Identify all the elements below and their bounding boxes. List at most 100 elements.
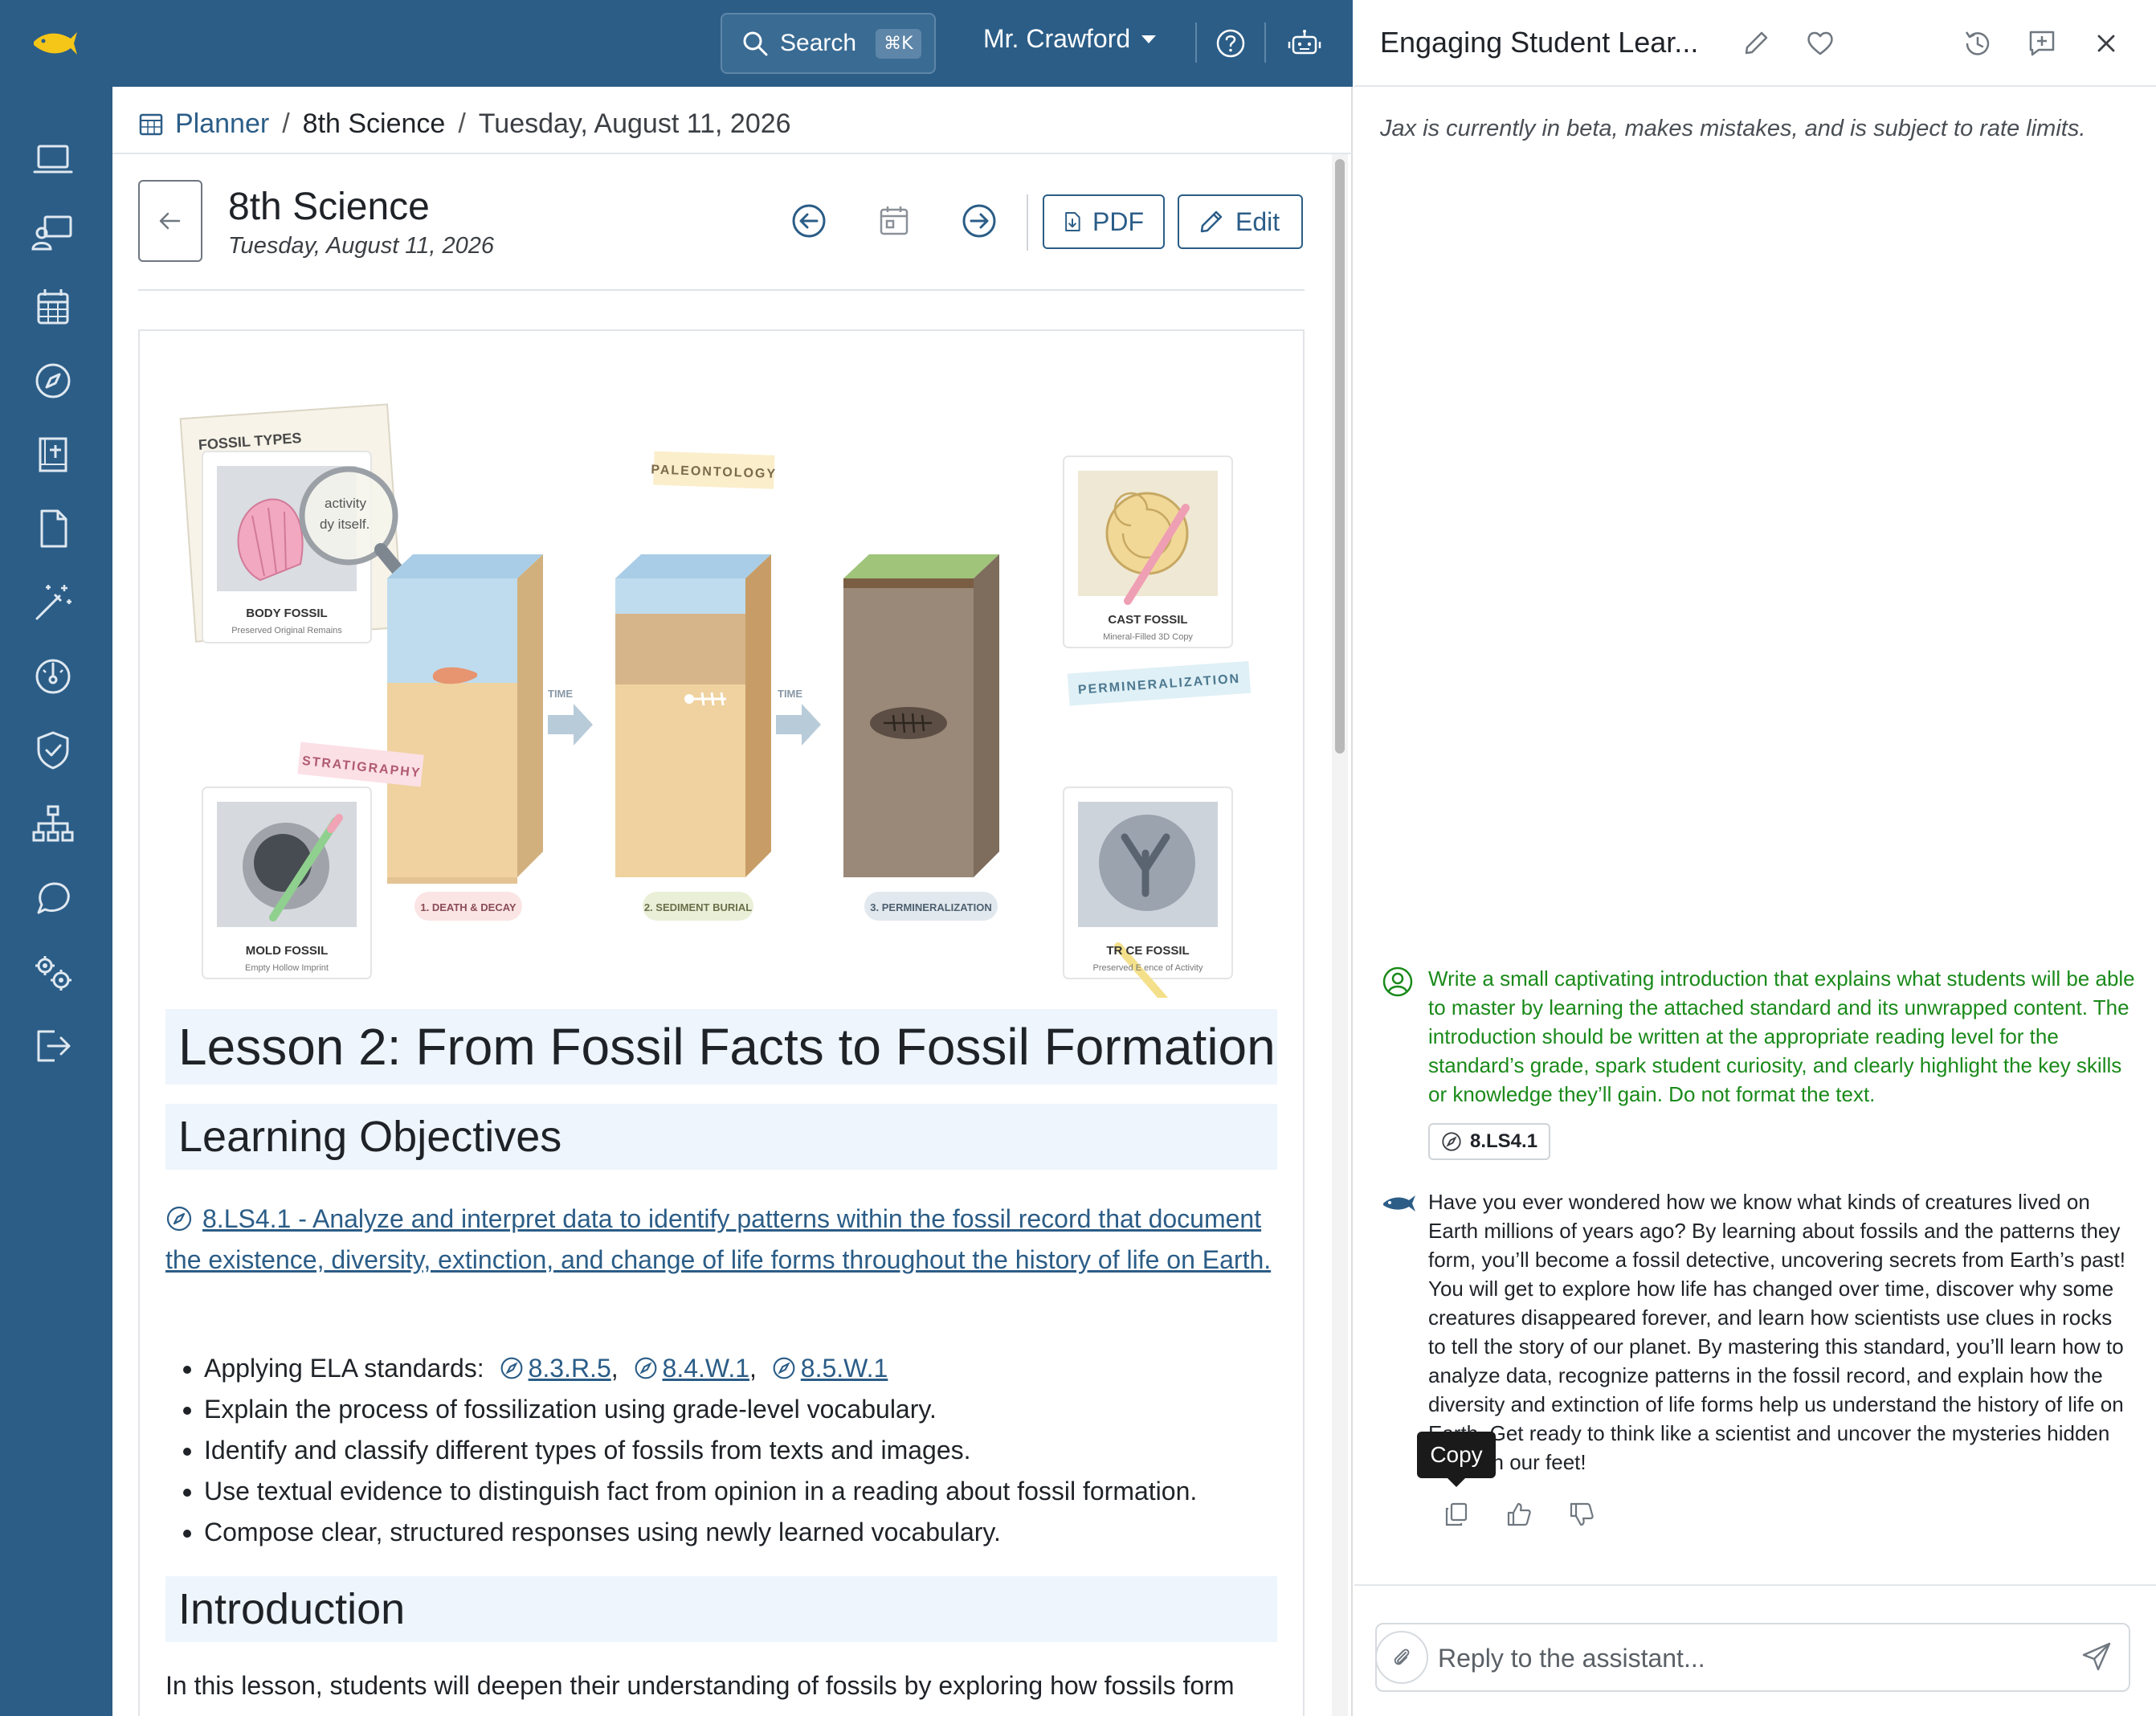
cast-fossil-card: CAST FOSSIL Mineral-Filled 3D Copy bbox=[1063, 456, 1233, 648]
rename-pencil-icon[interactable] bbox=[1740, 27, 1772, 59]
robot-icon[interactable] bbox=[1287, 27, 1322, 59]
logout-icon[interactable] bbox=[31, 1023, 76, 1068]
breadcrumb-date: Tuesday, August 11, 2026 bbox=[478, 108, 791, 139]
chat-icon[interactable] bbox=[31, 876, 76, 921]
lesson-title: Lesson 2: From Fossil Facts to Fossil Fo… bbox=[165, 1009, 1277, 1085]
mold-fossil-card: MOLD FOSSIL Empty Hollow Imprint bbox=[202, 786, 372, 979]
calendar-icon bbox=[139, 113, 163, 136]
attach-button[interactable] bbox=[1375, 1631, 1428, 1684]
learning-objectives-heading: Learning Objectives bbox=[165, 1104, 1277, 1170]
attached-standard-chip[interactable]: 8.LS4.1 bbox=[1428, 1123, 1551, 1160]
fossil-formation-illustration: FOSSIL TYPES activity dy itself. BODY FO… bbox=[179, 403, 1252, 998]
assistant-avatar-icon bbox=[1383, 1195, 1415, 1211]
shield-check-icon[interactable] bbox=[31, 728, 76, 773]
assistant-response: Have you ever wondered how we know what … bbox=[1428, 1190, 2126, 1474]
list-item: Identify and classify different types of… bbox=[204, 1430, 1280, 1471]
compass-icon bbox=[166, 1206, 192, 1232]
calendar-today-icon[interactable] bbox=[876, 202, 913, 239]
beta-notice: Jax is currently in beta, makes mistakes… bbox=[1380, 116, 2086, 141]
next-day-icon[interactable] bbox=[961, 202, 998, 239]
close-icon[interactable] bbox=[2090, 27, 2122, 59]
composer-divider bbox=[1354, 1584, 2156, 1586]
magic-wand-icon[interactable] bbox=[31, 580, 76, 625]
ela-standard-link[interactable]: 8.5.W.1 bbox=[801, 1354, 888, 1383]
pdf-button-label: PDF bbox=[1092, 206, 1144, 236]
nav-divider bbox=[1195, 22, 1197, 63]
file-download-icon bbox=[1065, 212, 1080, 231]
thumbs-up-icon[interactable] bbox=[1505, 1501, 1533, 1528]
search-button[interactable]: Search ⌘K bbox=[721, 13, 936, 74]
introduction-heading: Introduction bbox=[165, 1576, 1277, 1642]
introduction-paragraph: In this lesson, students will deepen the… bbox=[165, 1671, 1235, 1700]
standard-link[interactable]: 8.LS4.1 - Analyze and interpret data to … bbox=[165, 1199, 1282, 1281]
mold-fossil-title: MOLD FOSSIL bbox=[246, 944, 329, 958]
trace-fossil-title: TR CE FOSSIL bbox=[1106, 944, 1189, 958]
compass-icon bbox=[773, 1357, 795, 1379]
app-logo-icon[interactable] bbox=[31, 24, 79, 63]
user-menu[interactable]: Mr. Crawford bbox=[983, 24, 1157, 54]
settings-icon[interactable] bbox=[31, 950, 76, 995]
scrollbar-thumb[interactable] bbox=[1335, 159, 1345, 754]
gauge-icon[interactable] bbox=[31, 654, 76, 699]
time-label: TIME bbox=[778, 688, 802, 700]
ela-standard-link[interactable]: 8.4.W.1 bbox=[663, 1354, 750, 1383]
paleontology-tag: PALEONTOLOGY bbox=[651, 451, 777, 489]
thumbs-down-icon[interactable] bbox=[1568, 1501, 1595, 1528]
pencil-icon bbox=[1200, 210, 1223, 233]
teacher-icon[interactable] bbox=[31, 210, 76, 255]
list-item: Use textual evidence to distinguish fact… bbox=[204, 1471, 1280, 1512]
permineralization-tag: PERMINERALIZATION bbox=[1067, 660, 1252, 706]
copy-icon[interactable] bbox=[1443, 1501, 1470, 1528]
user-message: Write a small captivating introduction t… bbox=[1428, 966, 2135, 1106]
sidebar bbox=[0, 87, 112, 1716]
new-chat-icon[interactable] bbox=[2026, 27, 2058, 59]
history-icon[interactable] bbox=[1962, 27, 1994, 59]
help-icon[interactable] bbox=[1215, 27, 1247, 59]
planner-scroll-area[interactable]: 8th Science Tuesday, August 11, 2026 PDF bbox=[112, 154, 1353, 1716]
previous-day-icon[interactable] bbox=[790, 202, 827, 239]
body-fossil-caption: Preserved Original Remains bbox=[231, 626, 342, 635]
breadcrumb-course[interactable]: 8th Science bbox=[303, 108, 446, 140]
ela-standard-link[interactable]: 8.3.R.5 bbox=[529, 1354, 611, 1383]
copy-tooltip: Copy bbox=[1417, 1432, 1496, 1487]
attached-standard-label: 8.LS4.1 bbox=[1470, 1130, 1538, 1152]
rock-block-permineralization: 3. PERMINERALIZATION bbox=[843, 554, 999, 921]
org-chart-icon[interactable] bbox=[31, 802, 76, 847]
calendar-grid-icon[interactable] bbox=[31, 284, 76, 329]
breadcrumb-separator: / bbox=[458, 108, 466, 139]
breadcrumb-planner-link[interactable]: Planner bbox=[175, 108, 269, 140]
top-nav-bar: Search ⌘K Mr. Crawford bbox=[0, 0, 1353, 87]
compass-icon bbox=[500, 1357, 522, 1379]
body-fossil-title: BODY FOSSIL bbox=[246, 607, 327, 620]
step-2-label: 2. SEDIMENT BURIAL bbox=[644, 901, 752, 913]
magnifier-text-2: dy itself. bbox=[320, 517, 370, 532]
trace-fossil-caption: Preserved E ence of Activity bbox=[1093, 963, 1203, 973]
document-icon[interactable] bbox=[31, 506, 76, 551]
edit-button[interactable]: Edit bbox=[1178, 194, 1303, 249]
book-icon[interactable] bbox=[31, 432, 76, 477]
compass-icon[interactable] bbox=[31, 358, 76, 403]
edit-button-label: Edit bbox=[1235, 206, 1280, 236]
rock-block-sediment-burial: 2. SEDIMENT BURIAL bbox=[615, 554, 771, 921]
nav-divider bbox=[1264, 22, 1266, 63]
heart-icon[interactable] bbox=[1804, 27, 1836, 59]
list-item: Applying ELA standards: 8.3.R.5, 8.4.W.1… bbox=[204, 1348, 1280, 1389]
mold-fossil-caption: Empty Hollow Imprint bbox=[245, 963, 329, 973]
ela-prefix: Applying ELA standards: bbox=[204, 1354, 484, 1383]
header-divider bbox=[1027, 194, 1028, 251]
back-button[interactable] bbox=[138, 180, 202, 262]
laptop-icon[interactable] bbox=[31, 137, 76, 182]
magnifier-text-1: activity bbox=[325, 496, 366, 511]
list-item: Explain the process of fossilization usi… bbox=[204, 1389, 1280, 1430]
compass-icon bbox=[635, 1357, 656, 1379]
objectives-list: Applying ELA standards: 8.3.R.5, 8.4.W.1… bbox=[204, 1348, 1280, 1553]
breadcrumb-separator: / bbox=[282, 108, 290, 139]
send-icon[interactable] bbox=[2080, 1640, 2113, 1673]
assistant-title: Engaging Student Lear... bbox=[1380, 26, 1699, 59]
cast-fossil-title: CAST FOSSIL bbox=[1108, 613, 1187, 627]
page-title: 8th Science bbox=[228, 186, 430, 228]
reply-input[interactable] bbox=[1438, 1634, 2048, 1682]
lesson-card: FOSSIL TYPES activity dy itself. BODY FO… bbox=[138, 329, 1305, 1716]
pdf-button[interactable]: PDF bbox=[1043, 194, 1165, 249]
arrow-left-icon bbox=[159, 212, 181, 230]
